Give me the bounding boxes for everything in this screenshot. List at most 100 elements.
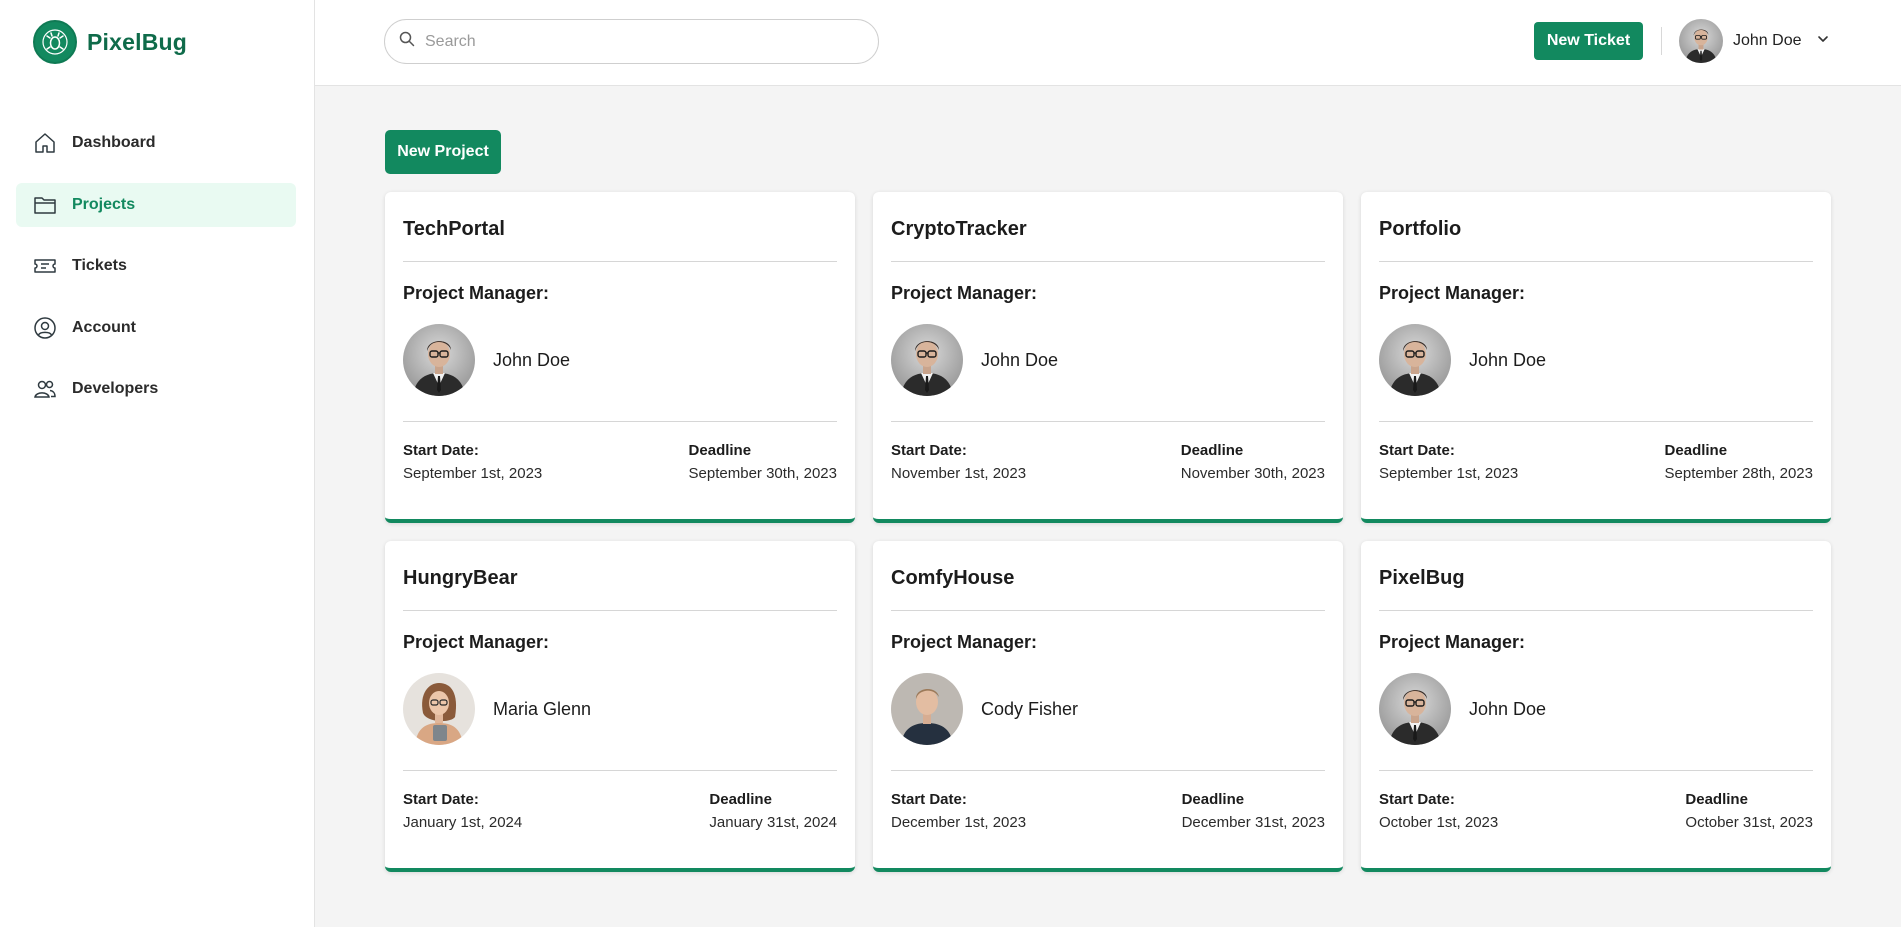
avatar <box>891 324 963 396</box>
project-grid: TechPortal Project Manager: John Doe Sta… <box>385 192 1831 872</box>
brand-name: PixelBug <box>87 28 188 55</box>
top-header: New Ticket John Doe <box>315 0 1901 86</box>
sidebar-item-projects[interactable]: Projects <box>16 182 296 227</box>
deadline-value: September 30th, 2023 <box>688 465 837 482</box>
start-date-label: Start Date: <box>403 442 479 459</box>
brand[interactable]: PixelBug <box>33 20 187 64</box>
start-date-label: Start Date: <box>891 791 967 808</box>
deadline-label: Deadline <box>709 791 772 808</box>
deadline-label: Deadline <box>1685 791 1748 808</box>
divider <box>403 261 837 262</box>
project-card[interactable]: HungryBear Project Manager: Maria Glenn … <box>385 541 855 872</box>
start-date: Start Date: December 1st, 2023 <box>891 791 1026 831</box>
project-manager: John Doe <box>403 324 837 396</box>
project-title[interactable]: HungryBear <box>403 541 837 610</box>
start-date-label: Start Date: <box>403 791 479 808</box>
divider <box>1379 770 1813 771</box>
project-title[interactable]: ComfyHouse <box>891 541 1325 610</box>
user-name: John Doe <box>1733 32 1802 49</box>
project-title[interactable]: TechPortal <box>403 192 837 261</box>
start-date-label: Start Date: <box>1379 442 1455 459</box>
start-date: Start Date: November 1st, 2023 <box>891 442 1026 482</box>
user-circle-icon <box>32 315 58 341</box>
user-menu[interactable]: John Doe <box>1679 19 1830 63</box>
project-title[interactable]: Portfolio <box>1379 192 1813 261</box>
sidebar-item-label: Projects <box>72 195 136 213</box>
sidebar-item-developers[interactable]: Developers <box>16 367 296 411</box>
project-dates: Start Date: October 1st, 2023 Deadline O… <box>1379 791 1813 831</box>
avatar <box>1679 19 1723 63</box>
deadline: Deadline January 31st, 2024 <box>709 791 837 831</box>
sidebar-nav: Dashboard Projects Tickets Account Devel… <box>16 121 296 429</box>
bug-logo-icon <box>33 20 77 64</box>
avatar <box>403 324 475 396</box>
divider <box>891 421 1325 422</box>
folder-icon <box>32 192 58 218</box>
project-manager-label: Project Manager: <box>1379 283 1526 303</box>
header-divider <box>1661 27 1662 55</box>
deadline: Deadline November 30th, 2023 <box>1181 442 1325 482</box>
project-manager: Maria Glenn <box>403 673 837 745</box>
ticket-icon <box>32 253 58 279</box>
deadline: Deadline September 28th, 2023 <box>1665 442 1813 482</box>
deadline-value: January 31st, 2024 <box>709 814 837 831</box>
divider <box>403 610 837 611</box>
project-manager-label: Project Manager: <box>1379 632 1526 652</box>
deadline-value: December 31st, 2023 <box>1181 814 1325 831</box>
deadline: Deadline September 30th, 2023 <box>689 442 837 482</box>
project-card[interactable]: PixelBug Project Manager: John Doe Start… <box>1361 541 1831 872</box>
users-icon <box>32 376 58 402</box>
start-date-label: Start Date: <box>1379 791 1455 808</box>
manager-name: John Doe <box>1469 698 1547 719</box>
project-card[interactable]: Portfolio Project Manager: John Doe Star… <box>1361 192 1831 523</box>
home-icon <box>32 130 58 156</box>
manager-name: John Doe <box>493 349 571 370</box>
search-input[interactable] <box>425 32 855 51</box>
project-title[interactable]: PixelBug <box>1379 541 1813 610</box>
manager-name: Maria Glenn <box>493 698 592 719</box>
deadline-label: Deadline <box>1180 442 1244 459</box>
project-dates: Start Date: November 1st, 2023 Deadline … <box>891 442 1325 482</box>
sidebar-item-tickets[interactable]: Tickets <box>16 244 296 288</box>
project-manager: John Doe <box>1379 673 1813 745</box>
chevron-down-icon[interactable] <box>1816 32 1830 51</box>
deadline: Deadline December 31st, 2023 <box>1182 791 1325 831</box>
new-project-button[interactable]: New Project <box>385 130 501 174</box>
start-date: Start Date: September 1st, 2023 <box>403 442 542 482</box>
deadline-label: Deadline <box>1664 442 1728 459</box>
start-date-label: Start Date: <box>891 442 967 459</box>
sidebar-item-label: Tickets <box>72 257 127 274</box>
sidebar: PixelBug Dashboard Projects Tickets Acco… <box>0 0 315 927</box>
manager-name: John Doe <box>1469 349 1547 370</box>
project-manager: John Doe <box>891 324 1325 396</box>
divider <box>403 770 837 771</box>
sidebar-item-label: Developers <box>72 380 159 397</box>
divider <box>1379 421 1813 422</box>
avatar <box>403 673 475 745</box>
project-card[interactable]: ComfyHouse Project Manager: Cody Fisher … <box>873 541 1343 872</box>
sidebar-item-label: Dashboard <box>72 134 156 151</box>
project-card[interactable]: CryptoTracker Project Manager: John Doe … <box>873 192 1343 523</box>
divider <box>891 770 1325 771</box>
sidebar-item-account[interactable]: Account <box>16 306 296 350</box>
deadline-value: October 31st, 2023 <box>1685 814 1813 831</box>
project-dates: Start Date: December 1st, 2023 Deadline … <box>891 791 1325 831</box>
manager-name: John Doe <box>981 349 1059 370</box>
search-icon <box>399 31 415 52</box>
project-card[interactable]: TechPortal Project Manager: John Doe Sta… <box>385 192 855 523</box>
deadline-label: Deadline <box>1181 791 1245 808</box>
divider <box>403 421 837 422</box>
divider <box>891 261 1325 262</box>
start-date: Start Date: October 1st, 2023 <box>1379 791 1498 831</box>
project-manager-label: Project Manager: <box>891 283 1038 303</box>
start-date-value: November 1st, 2023 <box>891 465 1027 482</box>
start-date: Start Date: January 1st, 2024 <box>403 791 522 831</box>
start-date-value: September 1st, 2023 <box>1379 465 1519 482</box>
project-title[interactable]: CryptoTracker <box>891 192 1325 261</box>
divider <box>891 610 1325 611</box>
new-ticket-button[interactable]: New Ticket <box>1534 22 1643 60</box>
search-box[interactable] <box>384 19 879 64</box>
sidebar-item-dashboard[interactable]: Dashboard <box>16 121 296 165</box>
deadline-value: November 30th, 2023 <box>1180 465 1325 482</box>
start-date-value: January 1st, 2024 <box>403 814 523 831</box>
